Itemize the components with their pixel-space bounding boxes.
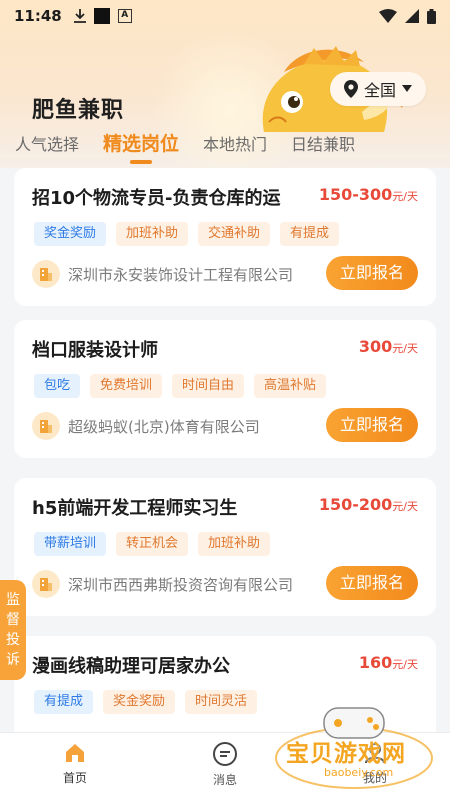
job-card[interactable]: 招10个物流专员-负责仓库的运 150-300元/天 奖金奖励 加班补助 交通补… <box>14 168 436 306</box>
category-tabs: 人气选择 精选岗位 本地热门 日结兼职 <box>0 122 450 166</box>
message-icon <box>213 742 237 766</box>
nav-home[interactable]: 首页 <box>0 733 150 800</box>
job-list[interactable]: 招10个物流专员-负责仓库的运 150-300元/天 奖金奖励 加班补助 交通补… <box>0 168 450 732</box>
job-tag: 免费培训 <box>90 374 163 398</box>
job-title: h5前端开发工程师实习生 <box>32 498 238 519</box>
nav-messages-label: 消息 <box>212 773 237 787</box>
home-icon <box>66 744 84 762</box>
building-icon <box>32 260 60 288</box>
watermark: 宝贝游戏网 baobeiy.com <box>266 700 446 798</box>
job-salary: 160元/天 <box>359 653 418 672</box>
job-tag: 奖金奖励 <box>34 222 107 246</box>
job-tag: 转正机会 <box>116 532 189 556</box>
apply-button[interactable]: 立即报名 <box>326 256 418 290</box>
job-tag: 奖金奖励 <box>103 690 176 714</box>
job-title: 档口服装设计师 <box>32 340 158 361</box>
location-selector[interactable]: 全国 <box>330 72 426 106</box>
nav-home-label: 首页 <box>62 771 87 785</box>
tab-local-hot[interactable]: 本地热门 <box>203 122 267 155</box>
salary-value: 160 <box>358 653 393 672</box>
job-tag: 交通补助 <box>198 222 271 246</box>
tab-featured[interactable]: 精选岗位 <box>103 122 179 156</box>
location-label: 全国 <box>364 81 397 100</box>
salary-unit: 元/天 <box>392 500 418 513</box>
tab-popular[interactable]: 人气选择 <box>15 122 79 155</box>
salary-value: 150-300 <box>318 185 393 204</box>
company-info: 深圳市永安装饰设计工程有限公司 <box>32 260 293 288</box>
building-icon <box>32 570 60 598</box>
salary-value: 150-200 <box>318 495 393 514</box>
battery-icon <box>427 8 436 24</box>
side-tab-char: 投 <box>6 632 20 648</box>
company-name: 深圳市西西弗斯投资咨询有限公司 <box>68 575 294 594</box>
company-name: 深圳市永安装饰设计工程有限公司 <box>68 265 294 284</box>
company-info: 深圳市西西弗斯投资咨询有限公司 <box>32 570 293 598</box>
job-salary: 300元/天 <box>359 337 418 356</box>
job-tag: 包吃 <box>34 374 81 398</box>
apply-button[interactable]: 立即报名 <box>326 408 418 442</box>
app-title: 肥鱼兼职 <box>32 98 125 123</box>
job-tag: 高温补贴 <box>254 374 327 398</box>
job-title: 招10个物流专员-负责仓库的运 <box>32 188 281 209</box>
signal-icon <box>405 9 419 23</box>
job-tag: 有提成 <box>280 222 340 246</box>
side-tab-char: 诉 <box>6 652 20 668</box>
job-title: 漫画线稿助理可居家办公 <box>32 656 230 677</box>
job-tags: 奖金奖励 加班补助 交通补助 有提成 <box>34 222 340 246</box>
salary-unit: 元/天 <box>392 658 418 671</box>
job-tags: 带薪培训 转正机会 加班补助 <box>34 532 271 556</box>
status-time: 11:48 <box>14 7 62 25</box>
building-icon <box>32 412 60 440</box>
job-tag: 有提成 <box>34 690 94 714</box>
wifi-icon <box>379 9 397 23</box>
watermark-text: 宝贝游戏网 <box>286 741 406 767</box>
accessibility-icon: A <box>117 9 132 23</box>
salary-unit: 元/天 <box>392 190 418 203</box>
side-tab-char: 督 <box>6 612 20 628</box>
download-icon <box>73 9 86 23</box>
location-pin-icon <box>344 80 358 98</box>
job-tag: 带薪培训 <box>34 532 107 556</box>
job-salary: 150-300元/天 <box>319 185 418 204</box>
job-tags: 有提成 奖金奖励 时间灵活 <box>34 690 258 714</box>
salary-value: 300 <box>358 337 393 356</box>
apply-button[interactable]: 立即报名 <box>326 566 418 600</box>
company-name: 超级蚂蚁(北京)体育有限公司 <box>68 417 260 436</box>
company-info: 超级蚂蚁(北京)体育有限公司 <box>32 412 260 440</box>
watermark-url: baobeiy.com <box>324 766 394 779</box>
job-tag: 加班补助 <box>198 532 271 556</box>
job-tag: 时间自由 <box>172 374 245 398</box>
app-notification-icon <box>93 8 110 24</box>
salary-unit: 元/天 <box>392 342 418 355</box>
caret-down-icon <box>402 85 413 92</box>
job-card[interactable]: h5前端开发工程师实习生 150-200元/天 带薪培训 转正机会 加班补助 深… <box>14 478 436 616</box>
report-side-tab[interactable]: 监 督 投 诉 <box>0 580 26 680</box>
job-card[interactable]: 档口服装设计师 300元/天 包吃 免费培训 时间自由 高温补贴 超级蚂蚁(北京… <box>14 320 436 458</box>
job-tag: 时间灵活 <box>185 690 258 714</box>
job-salary: 150-200元/天 <box>319 495 418 514</box>
job-tags: 包吃 免费培训 时间自由 高温补贴 <box>34 374 327 398</box>
status-bar: 11:48 A <box>0 0 450 32</box>
side-tab-char: 监 <box>6 592 20 608</box>
tab-daily-pay[interactable]: 日结兼职 <box>291 122 355 155</box>
job-tag: 加班补助 <box>116 222 189 246</box>
